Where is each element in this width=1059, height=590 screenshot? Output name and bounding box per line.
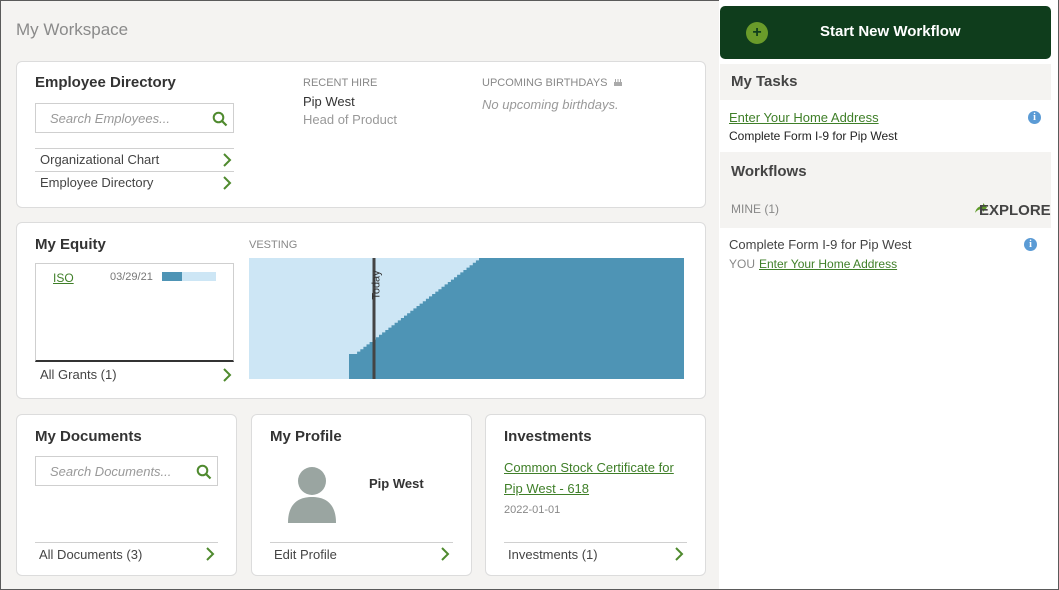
chevron-right-icon[interactable] [203,546,217,562]
recent-hire-name[interactable]: Pip West [303,94,355,109]
chevron-right-icon[interactable] [438,546,452,562]
divider [35,171,234,172]
documents-card: My Documents Search Documents... All Doc… [16,414,237,576]
investment-date: 2022-01-01 [504,504,561,516]
all-documents-link[interactable]: All Documents (3) [39,547,142,562]
employee-search-input[interactable]: Search Employees... [35,103,234,133]
all-investments-link[interactable]: Investments (1) [508,547,598,562]
stock-certificate-link-line2: Pip West - 618 [504,481,590,496]
explore-label: EXPLORE [979,202,1051,219]
profile-name: Pip West [369,476,424,491]
today-label: Today [370,270,383,300]
org-chart-link[interactable]: Organizational Chart [40,152,159,167]
birthdays-label: UPCOMING BIRTHDAYS [482,77,623,89]
divider [35,148,234,149]
task-subtitle: Complete Form I-9 for Pip West [729,129,898,143]
explore-link[interactable]: EXPLORE [968,202,1051,219]
all-grants-link[interactable]: All Grants (1) [40,367,117,382]
grants-list: ISO 03/29/21 [35,263,234,362]
stock-certificate-link-line1: Common Stock Certificate for [504,460,674,475]
divider [35,542,218,543]
employee-search-placeholder: Search Employees... [50,111,170,126]
investments-card: Investments Common Stock Certificate for… [485,414,706,576]
chevron-right-icon[interactable] [220,152,234,168]
cake-icon [613,79,622,86]
workflow-item-link[interactable]: Enter Your Home Address [759,257,897,271]
stock-certificate-link[interactable]: Common Stock Certificate for Pip West - … [504,457,674,499]
workflow-item-assignee: YOU [729,257,756,271]
my-tasks-header: My Tasks [720,64,1051,100]
document-search-placeholder: Search Documents... [50,464,172,479]
document-search-input[interactable]: Search Documents... [35,456,218,486]
no-birthdays-text: No upcoming birthdays. [482,97,619,112]
edit-profile-link[interactable]: Edit Profile [274,547,337,562]
recent-hire-role: Head of Product [303,112,397,127]
mine-filter[interactable]: MINE (1) [731,202,779,216]
grant-vesting-bar-fill [162,272,182,281]
task-link[interactable]: Enter Your Home Address [729,110,879,125]
chevron-right-icon[interactable] [672,546,686,562]
employee-directory-link[interactable]: Employee Directory [40,175,153,190]
info-icon[interactable]: i [1024,238,1037,251]
search-icon[interactable] [196,464,212,480]
profile-title: My Profile [270,428,342,445]
divider [504,542,687,543]
grant-vesting-bar [162,272,216,281]
grant-iso-link[interactable]: ISO [53,271,74,285]
employee-directory-card: Employee Directory Search Employees... O… [16,61,706,208]
plus-icon: + [746,22,768,44]
workflow-item-title[interactable]: Complete Form I-9 for Pip West [729,237,912,252]
vesting-chart [249,258,684,379]
workflows-header: Workflows MINE (1) EXPLORE [720,152,1051,228]
start-new-workflow-button[interactable]: + Start New Workflow [720,6,1051,59]
info-icon[interactable]: i [1028,111,1041,124]
search-icon[interactable] [212,111,228,127]
vesting-label: VESTING [249,239,298,251]
start-new-workflow-label: Start New Workflow [820,23,961,40]
avatar[interactable] [287,467,337,523]
equity-card: My Equity VESTING ISO 03/29/21 All Grant… [16,222,706,399]
investments-title: Investments [504,428,592,445]
page-title: My Workspace [16,20,129,39]
employee-directory-title: Employee Directory [35,74,176,91]
my-tasks-title: My Tasks [731,73,798,90]
profile-card: My Profile Pip West Edit Profile [251,414,472,576]
divider [270,542,453,543]
birthdays-label-text: UPCOMING BIRTHDAYS [482,77,608,89]
recent-hire-label: RECENT HIRE [303,77,378,89]
chevron-right-icon[interactable] [220,175,234,191]
chevron-right-icon[interactable] [220,367,234,383]
equity-title: My Equity [35,236,106,253]
documents-title: My Documents [35,428,142,445]
workflows-title: Workflows [731,163,807,180]
grant-date: 03/29/21 [110,271,153,283]
